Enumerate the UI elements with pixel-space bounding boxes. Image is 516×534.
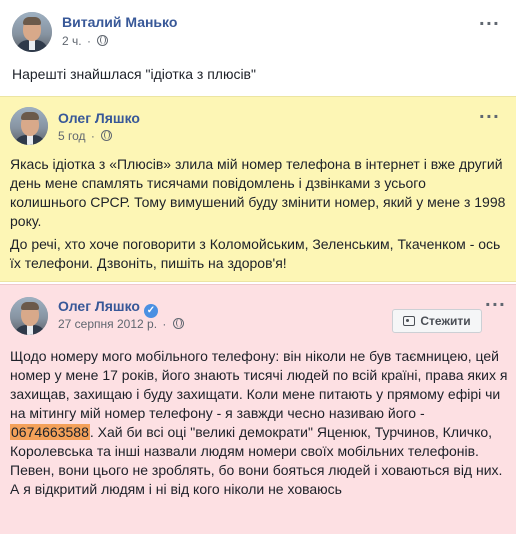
post-time[interactable]: 2 ч. [62, 34, 82, 48]
quoted-post-header: Олег Ляшко ✓ 27 серпня 2012 р. · Стежити … [10, 293, 506, 337]
shared-post-header: Олег Ляшко 5 год · ··· [10, 105, 506, 149]
follow-icon [403, 316, 416, 326]
author-name[interactable]: Олег Ляшко [58, 110, 140, 126]
post-meta: 5 год · [58, 129, 113, 143]
shared-post-card: Олег Ляшко 5 год · ··· Якась ідіотка з «… [0, 96, 516, 282]
author-name[interactable]: Виталий Манько [62, 14, 177, 30]
follow-button[interactable]: Стежити [392, 309, 482, 333]
author-name: Олег Ляшко ✓ [58, 298, 158, 318]
more-options-icon[interactable]: ··· [479, 14, 500, 33]
post-meta: 27 серпня 2012 р. · [58, 317, 184, 331]
post-time[interactable]: 5 год [58, 129, 86, 143]
phone-number-highlight: 0674663588 [10, 424, 90, 440]
avatar[interactable] [10, 297, 48, 335]
avatar[interactable] [12, 12, 52, 52]
quoted-post-card: Олег Ляшко ✓ 27 серпня 2012 р. · Стежити … [0, 284, 516, 534]
post-caption: Нарешті знайшлася "ідіотка з плюсів" [12, 66, 256, 82]
post-text: Якась ідіотка з «Плюсів» злила мій номер… [10, 156, 506, 229]
author-name-link[interactable]: Олег Ляшко [58, 298, 140, 314]
post-date[interactable]: 27 серпня 2012 р. [58, 317, 157, 331]
avatar[interactable] [10, 107, 48, 145]
globe-icon [97, 35, 109, 46]
globe-icon [172, 318, 184, 329]
post-meta: 2 ч. · [62, 34, 109, 48]
verified-badge-icon: ✓ [143, 304, 158, 318]
more-options-icon[interactable]: ··· [485, 295, 506, 314]
post-header: Виталий Манько 2 ч. · ··· [12, 10, 504, 54]
globe-icon [101, 130, 113, 141]
post-text: До речі, хто хоче поговорити з Коломойсь… [10, 236, 501, 271]
more-options-icon[interactable]: ··· [479, 107, 500, 126]
post-text: Щодо номеру мого мобільного телефону: ві… [10, 347, 510, 499]
follow-label: Стежити [420, 314, 471, 328]
post-text-part: Щодо номеру мого мобільного телефону: ві… [10, 348, 508, 421]
